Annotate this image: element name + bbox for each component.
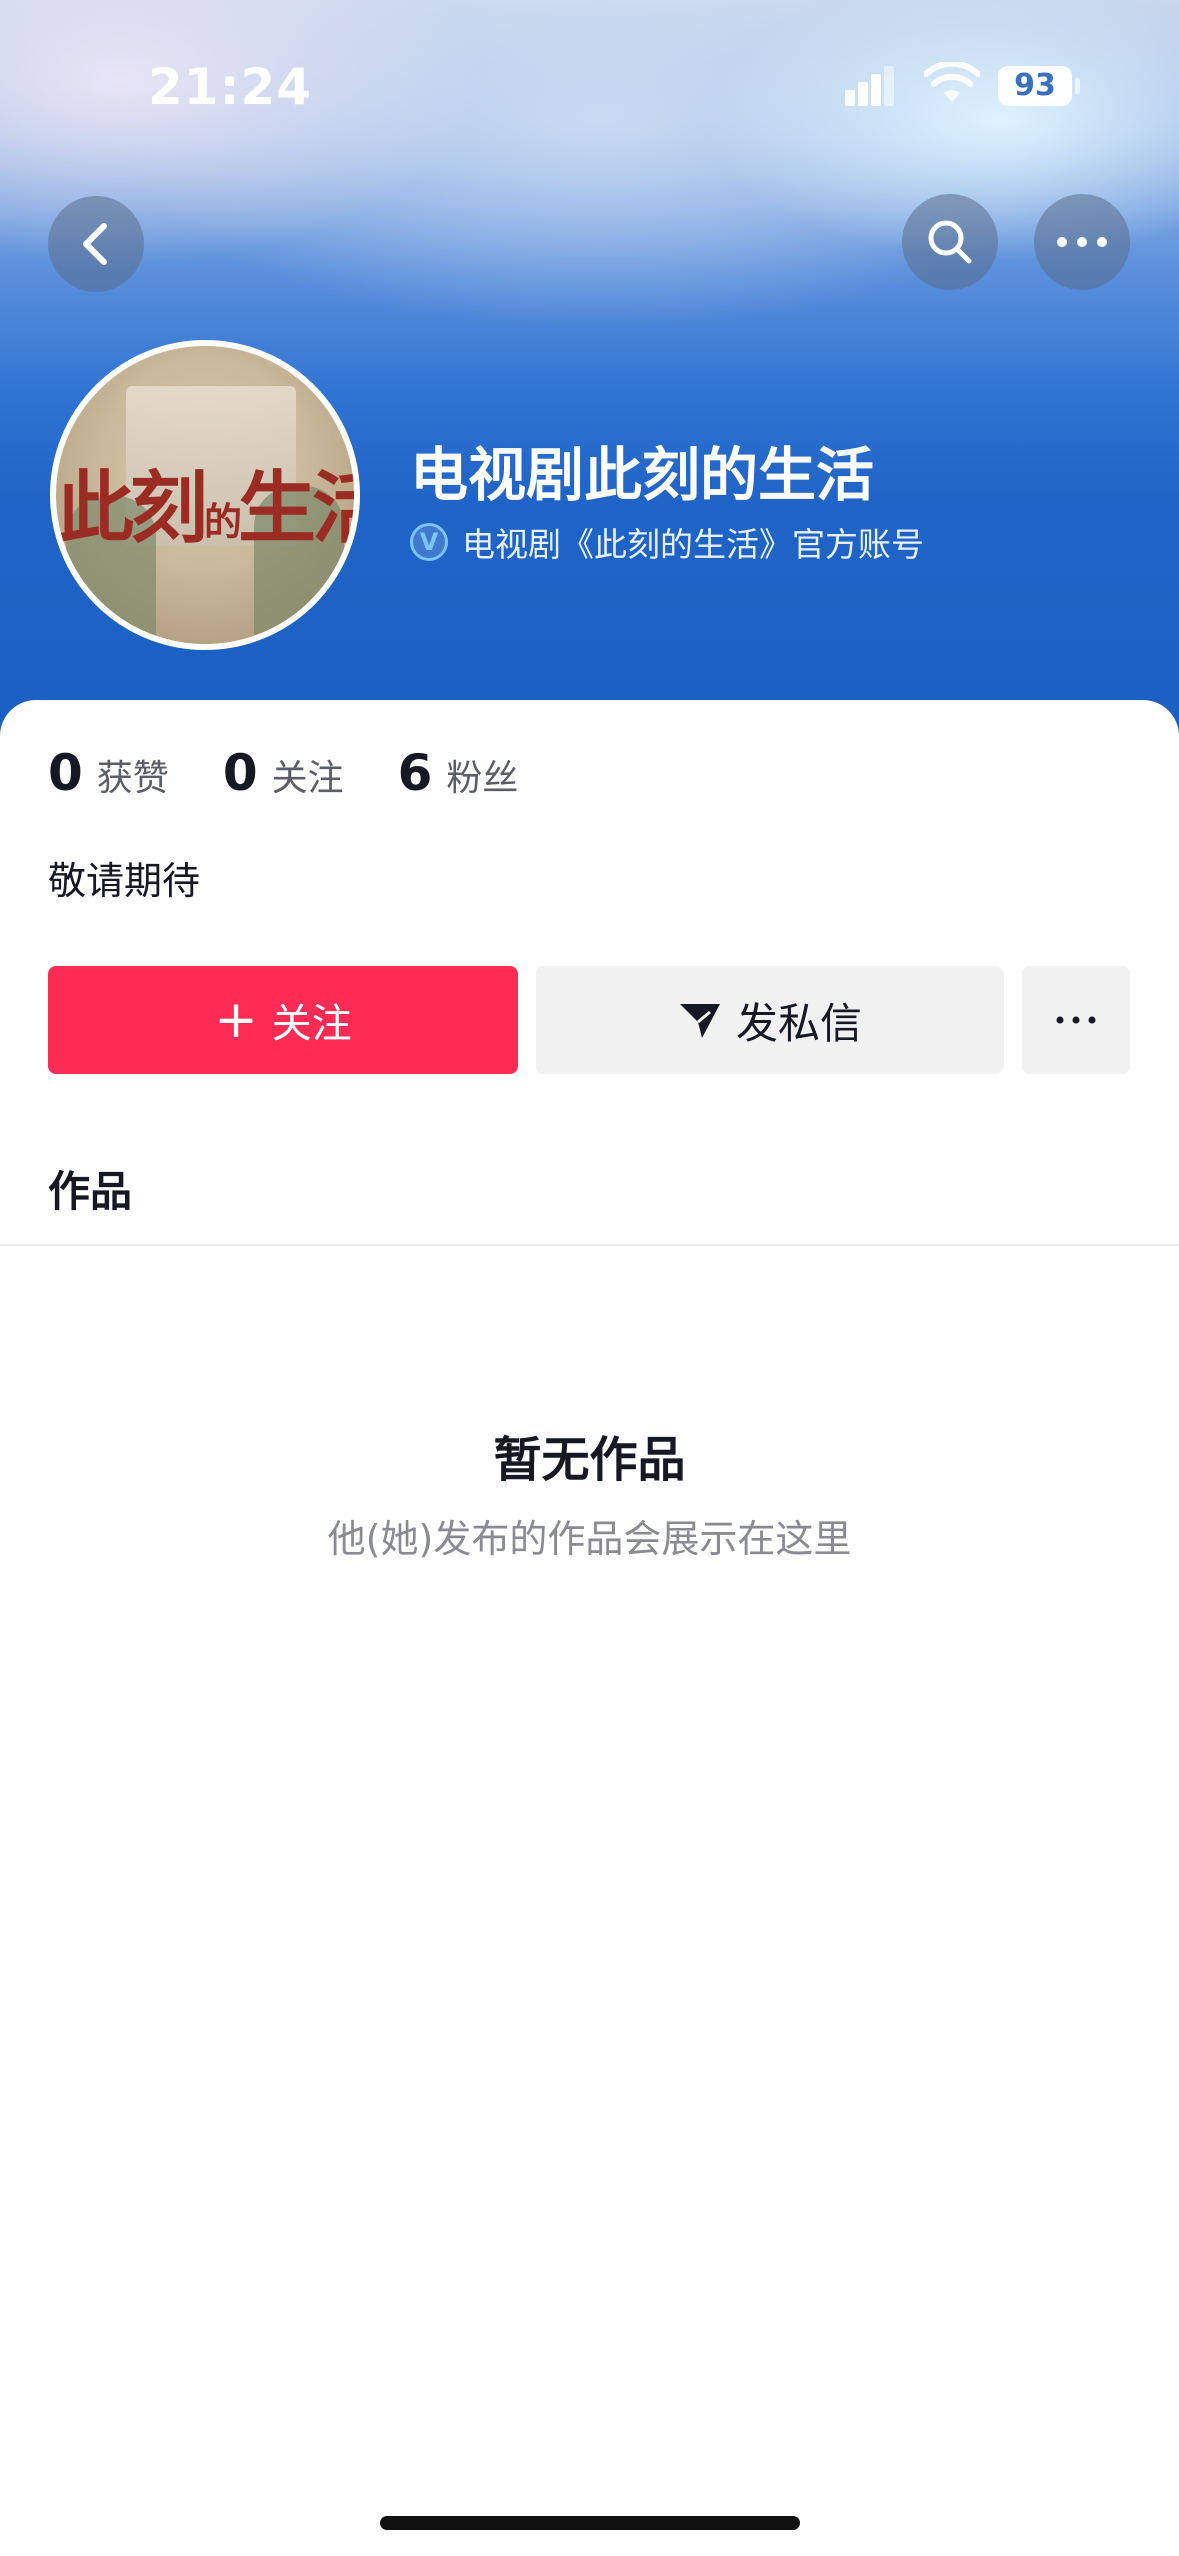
action-buttons: + 关注 发私信 xyxy=(48,966,1130,1074)
stat-value: 6 xyxy=(397,744,433,802)
stat-label: 关注 xyxy=(271,758,344,799)
back-button[interactable] xyxy=(48,196,144,292)
profile-bio: 敬请期待 xyxy=(48,859,201,903)
empty-state-title: 暂无作品 xyxy=(493,1432,686,1488)
stat-value: 0 xyxy=(222,744,258,802)
divider xyxy=(0,1244,1179,1246)
battery-indicator: 93 xyxy=(998,66,1072,106)
battery-tip xyxy=(1075,78,1080,94)
avatar-title-art: 此刻的生活 xyxy=(56,463,354,554)
follow-label: 关注 xyxy=(271,1001,352,1047)
search-icon xyxy=(928,220,972,264)
stat-following[interactable]: 0 关注 xyxy=(223,744,344,802)
more-horizontal-icon xyxy=(1056,1016,1096,1024)
wifi-icon xyxy=(924,62,980,102)
more-actions-button[interactable] xyxy=(1022,966,1130,1074)
stat-label: 获赞 xyxy=(96,758,169,799)
verification-text: 电视剧《此刻的生活》官方账号 xyxy=(462,525,924,564)
tab-works[interactable]: 作品 xyxy=(48,1158,132,1219)
verified-badge-icon: V xyxy=(410,523,448,561)
stat-value: 0 xyxy=(48,744,83,802)
more-options-button[interactable] xyxy=(1034,194,1130,290)
stat-label: 粉丝 xyxy=(446,758,519,799)
empty-state-subtitle: 他(她)发布的作品会展示在这里 xyxy=(327,1517,852,1561)
follow-button[interactable]: + 关注 xyxy=(48,966,518,1074)
status-time: 21:24 xyxy=(148,58,313,116)
stat-followers[interactable]: 6 粉丝 xyxy=(398,744,519,802)
profile-screen: 21:24 93 此刻的生活 电视剧此刻的生 xyxy=(0,0,1179,2556)
plus-icon: + xyxy=(214,990,258,1050)
avatar[interactable]: 此刻的生活 xyxy=(50,340,360,650)
home-indicator[interactable] xyxy=(380,2516,800,2530)
message-label: 发私信 xyxy=(735,998,862,1048)
profile-name: 电视剧此刻的生活 xyxy=(410,441,875,509)
search-button[interactable] xyxy=(902,194,998,290)
profile-stats: 0 获赞 0 关注 6 粉丝 xyxy=(48,744,572,802)
more-horizontal-icon xyxy=(1057,237,1107,247)
message-button[interactable]: 发私信 xyxy=(536,966,1004,1074)
verification-row: V 电视剧《此刻的生活》官方账号 xyxy=(410,518,924,566)
chevron-left-icon xyxy=(83,223,107,265)
cellular-signal-icon xyxy=(845,66,894,106)
send-icon xyxy=(679,1004,720,1038)
stat-likes[interactable]: 0 获赞 xyxy=(48,744,169,802)
